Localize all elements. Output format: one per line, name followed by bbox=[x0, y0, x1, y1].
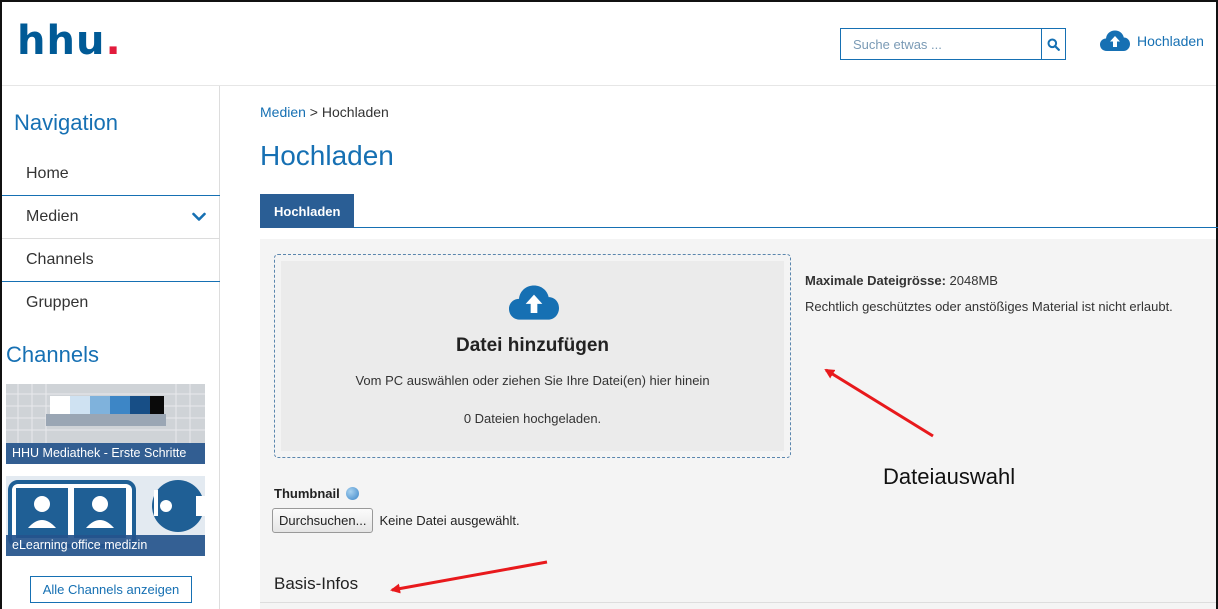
browse-button[interactable]: Durchsuchen... bbox=[272, 508, 374, 533]
sidebar: Navigation Home Medien Channels Gruppen … bbox=[2, 86, 220, 609]
max-filesize-row: Maximale Dateigrösse: 2048MB bbox=[805, 268, 1173, 294]
chevron-down-icon[interactable] bbox=[192, 212, 206, 222]
search-input[interactable] bbox=[841, 29, 1041, 59]
cloud-upload-icon bbox=[509, 285, 559, 320]
logo-text: hhu bbox=[17, 18, 106, 64]
header-upload-label: Hochladen bbox=[1137, 33, 1204, 49]
tab-bar: Hochladen bbox=[260, 194, 1218, 228]
channels-heading: Channels bbox=[6, 342, 99, 367]
upload-count: 0 Dateien hochgeladen. bbox=[463, 411, 602, 426]
sidebar-item-label: Medien bbox=[26, 208, 79, 225]
dropzone-subtitle: Vom PC auswählen oder ziehen Sie Ihre Da… bbox=[355, 373, 710, 388]
channel-caption: eLearning office medizin bbox=[6, 535, 205, 556]
page-title: Hochladen bbox=[260, 140, 394, 171]
sidebar-item-medien[interactable]: Medien bbox=[2, 195, 220, 238]
top-header: hhu. Hochladen bbox=[2, 2, 1216, 86]
sidebar-item-label: Home bbox=[26, 164, 69, 182]
nav-list: Home Medien Channels Gruppen bbox=[2, 152, 220, 324]
dropzone-title: Datei hinzufügen bbox=[455, 335, 610, 356]
dropzone-inner: Datei hinzufügen Vom PC auswählen oder z… bbox=[281, 261, 784, 451]
sidebar-item-home[interactable]: Home bbox=[2, 152, 220, 195]
cloud-upload-icon bbox=[1100, 30, 1130, 51]
basis-infos-heading: Basis-Infos bbox=[274, 574, 359, 593]
sidebar-item-gruppen[interactable]: Gruppen bbox=[2, 281, 220, 324]
breadcrumb-link-medien[interactable]: Medien bbox=[260, 104, 306, 120]
breadcrumb-separator: > bbox=[305, 104, 322, 120]
sidebar-item-channels[interactable]: Channels bbox=[2, 238, 220, 281]
thumbnail-label: Thumbnail bbox=[274, 486, 359, 501]
navigation-heading: Navigation bbox=[14, 110, 118, 135]
no-file-text: Keine Datei ausgewählt. bbox=[379, 513, 520, 528]
sidebar-item-label: Gruppen bbox=[26, 294, 89, 311]
annotation-label: Dateiauswahl bbox=[883, 464, 1016, 489]
file-dropzone[interactable]: Datei hinzufügen Vom PC auswählen oder z… bbox=[274, 254, 791, 458]
thumbnail-label-text: Thumbnail bbox=[274, 486, 340, 501]
legal-notice: Rechtlich geschütztes oder anstößiges Ma… bbox=[805, 299, 1173, 314]
header-upload-link[interactable]: Hochladen bbox=[1099, 29, 1204, 53]
channel-card-mediathek[interactable]: HHU Mediathek - Erste Schritte bbox=[6, 384, 205, 464]
divider bbox=[260, 602, 1216, 603]
sidebar-item-label: Channels bbox=[26, 251, 94, 268]
all-channels-button[interactable]: Alle Channels anzeigen bbox=[30, 576, 192, 603]
search-box bbox=[840, 28, 1066, 60]
breadcrumb-current: Hochladen bbox=[321, 104, 389, 120]
upload-info: Maximale Dateigrösse: 2048MB Rechtlich g… bbox=[805, 268, 1173, 320]
max-filesize-value: 2048MB bbox=[949, 273, 998, 288]
logo-dot: . bbox=[105, 18, 122, 64]
breadcrumb: Medien > Hochladen bbox=[260, 104, 389, 120]
thumbnail-file-picker: Durchsuchen... Keine Datei ausgewählt. bbox=[272, 508, 520, 533]
max-filesize-label: Maximale Dateigrösse: bbox=[805, 273, 946, 288]
hhu-logo[interactable]: hhu. bbox=[17, 18, 122, 64]
channel-caption: HHU Mediathek - Erste Schritte bbox=[6, 443, 205, 464]
search-button[interactable] bbox=[1041, 29, 1065, 59]
help-icon[interactable] bbox=[345, 487, 359, 500]
channel-card-elearning[interactable]: eLearning office medizin bbox=[6, 476, 205, 556]
search-icon bbox=[1047, 38, 1060, 51]
tab-hochladen[interactable]: Hochladen bbox=[260, 194, 355, 228]
